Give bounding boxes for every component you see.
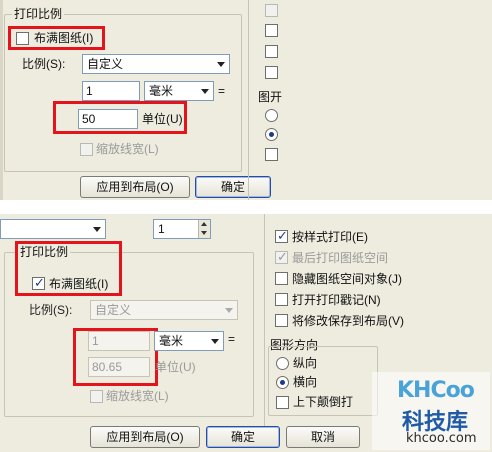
top-right-checkbox-1[interactable] [265,4,278,17]
top-right-checkbox-5[interactable] [265,148,278,161]
watermark-url: khcoo.com [406,431,477,446]
bottom-paper-units-input[interactable]: 1 [88,331,150,351]
top-scale-lineweights-checkbox[interactable] [80,143,93,156]
bottom-top-left-select[interactable] [0,219,106,239]
option-row[interactable]: 隐藏图纸空间对象(J) [275,270,415,288]
top-unit-select[interactable]: 毫米 [144,81,214,101]
bottom-apply-to-layout-button[interactable]: 应用到布局(O) [90,426,200,448]
top-scale-label: 比例(S): [22,57,66,71]
option-checkbox[interactable] [275,293,288,306]
top-apply-to-layout-button[interactable]: 应用到布局(O) [80,176,190,198]
watermark: KHCoo 科技库 khcoo.com [372,372,490,450]
top-equals-sign: = [218,84,226,98]
top-scale-select[interactable]: 自定义 [82,54,230,74]
upside-down-label: 上下颠倒打 [293,395,354,409]
top-right-radio-2[interactable] [265,128,278,141]
orientation-landscape-label: 横向 [293,375,318,389]
watermark-logo: KHCoo [397,378,475,403]
bottom-scale-lineweights-checkbox[interactable] [90,390,103,403]
bottom-ok-button[interactable]: 确定 [206,426,280,448]
top-right-checkbox-4[interactable] [265,66,278,79]
top-right-divider [248,0,249,200]
option-checkbox[interactable] [275,314,288,327]
top-unit-label: 单位(U) [142,112,183,126]
bottom-scale-lineweights-label: 缩放线宽(L) [106,389,169,403]
bottom-scale-label: 比例(S): [29,303,73,317]
bottom-right-divider [264,214,265,426]
bottom-unit-select[interactable]: 毫米 [154,331,224,351]
option-label: 将修改保存到布局(V) [292,314,405,328]
bottom-unit-label: 单位(U) [155,360,196,374]
top-group-title: 打印比例 [12,7,65,21]
top-dialog-left-edge [0,0,3,200]
top-fit-to-paper-checkbox[interactable] [16,32,29,45]
option-label: 隐藏图纸空间对象(J) [292,272,403,286]
top-ok-button[interactable]: 确定 [195,176,271,198]
upside-down-checkbox[interactable] [276,396,289,409]
option-checkbox[interactable]: ✓ [275,228,288,243]
top-drawing-units-input[interactable]: 50 [78,109,138,129]
option-label: 最后打印图纸空间 [292,251,389,265]
top-paper-units-input[interactable]: 1 [82,81,140,101]
separator-gap [0,200,492,214]
option-checkbox[interactable]: ✓ [275,249,288,264]
orientation-portrait-radio[interactable] [276,357,289,370]
top-right-checkbox-3[interactable] [265,45,278,58]
top-right-checkbox-2[interactable] [265,24,278,37]
bottom-drawing-units-input[interactable]: 80.65 [88,357,150,377]
bottom-equals-sign: = [228,332,236,346]
option-checkbox[interactable] [275,272,288,285]
option-row[interactable]: ✓ 最后打印图纸空间 [275,249,415,267]
orientation-portrait-label: 纵向 [293,356,318,370]
bottom-cancel-button[interactable]: 取消 [286,426,360,448]
option-row[interactable]: 将修改保存到布局(V) [275,312,415,330]
orientation-landscape-radio[interactable] [276,376,289,389]
bottom-offset-spinner[interactable]: 1 [153,219,211,239]
bottom-options-list: ✓ 按样式打印(E) ✓ 最后打印图纸空间 隐藏图纸空间对象(J) 打开打印戳记… [275,228,415,338]
option-row[interactable]: 打开打印戳记(N) [275,291,415,309]
top-right-radio-1[interactable] [265,109,278,122]
bottom-scale-select[interactable]: 自定义 [90,300,238,320]
top-fit-to-paper-label: 布满图纸(I) [34,31,94,45]
top-scale-lineweights-label: 缩放线宽(L) [96,142,159,156]
top-right-partial-label: 图开 [258,90,283,104]
option-row[interactable]: ✓ 按样式打印(E) [275,228,415,246]
option-label: 打开打印戳记(N) [292,293,381,307]
bottom-fit-to-paper-label: 布满图纸(I) [49,277,109,291]
option-label: 按样式打印(E) [292,230,369,244]
bottom-fit-to-paper-checkbox[interactable]: ✓ [32,275,45,290]
